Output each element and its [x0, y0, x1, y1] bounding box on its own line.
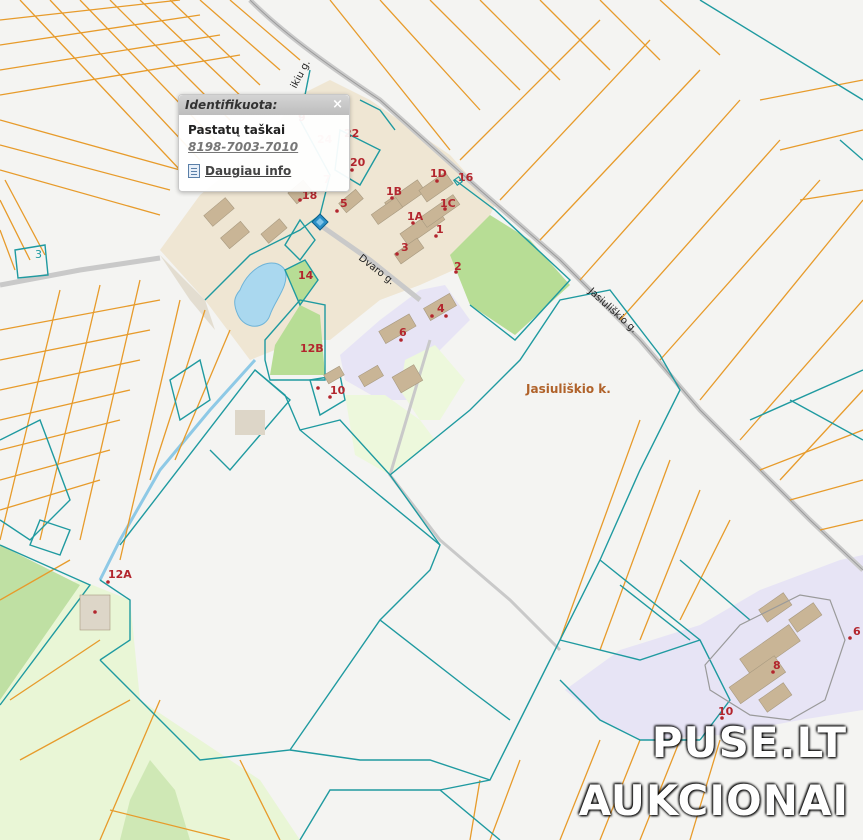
house-number: 12B: [300, 342, 324, 355]
house-number: 14: [298, 269, 314, 282]
house-number: 3: [35, 248, 42, 261]
house-number: 6: [853, 625, 861, 638]
house-number: 1C: [440, 197, 456, 210]
map-canvas[interactable]: 9 24 22 20 7 1D 16 1B 1C 18 5 1A 1 3 2 1…: [0, 0, 863, 840]
house-number: 12A: [108, 568, 132, 581]
house-number: 3: [401, 241, 409, 254]
popup-object-code[interactable]: 8198-7003-7010: [188, 140, 340, 154]
village-label: Jasiuliškio k.: [525, 382, 611, 396]
popup-body: Pastatų taškai 8198-7003-7010 Daugiau in…: [179, 115, 349, 186]
house-number: 1A: [407, 210, 424, 223]
house-number: 4: [437, 302, 445, 315]
house-number: 1B: [386, 185, 402, 198]
house-number: 16: [458, 171, 474, 184]
watermark-line1: PUSE.LT: [651, 718, 847, 767]
cadastral-map[interactable]: 9 24 22 20 7 1D 16 1B 1C 18 5 1A 1 3 2 1…: [0, 0, 863, 840]
house-number: 6: [399, 326, 407, 339]
house-number: 10: [330, 384, 346, 397]
watermark-line2: AUKCIONAI: [578, 776, 849, 825]
popup-header: Identifikuota: ×: [179, 95, 349, 115]
house-number: 1: [436, 223, 444, 236]
more-info-link[interactable]: Daugiau info: [188, 164, 340, 178]
house-number: 8: [773, 659, 781, 672]
document-icon: [188, 164, 200, 178]
house-number: 10: [718, 705, 734, 718]
house-number: 1D: [430, 167, 447, 180]
house-number: 20: [350, 156, 366, 169]
more-info-label[interactable]: Daugiau info: [205, 164, 291, 178]
popup-layer-name: Pastatų taškai: [188, 123, 286, 137]
close-icon[interactable]: ×: [332, 97, 343, 112]
house-number: 5: [340, 197, 348, 210]
identify-popup: Identifikuota: × Pastatų taškai 8198-700…: [178, 94, 350, 192]
popup-title: Identifikuota:: [185, 98, 278, 112]
